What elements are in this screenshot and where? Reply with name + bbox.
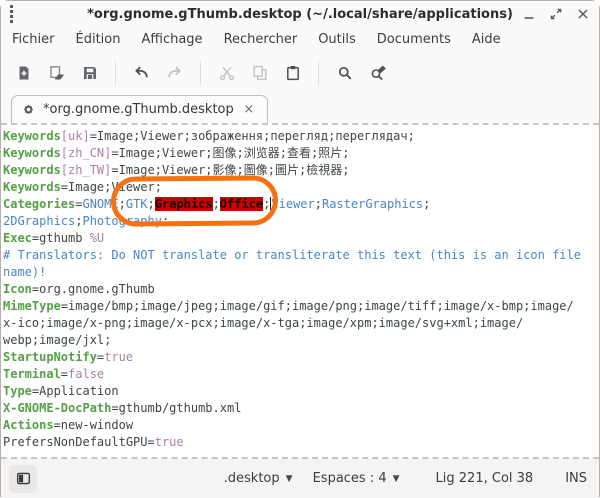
gear-icon xyxy=(21,102,36,117)
editor-line: Terminal=false xyxy=(3,366,599,383)
restore-icon[interactable] xyxy=(548,6,564,22)
editor-line: Keywords[zh_CN]=Image;Viewer;图像;浏览器;查看;照… xyxy=(3,145,599,162)
search-replace-button[interactable] xyxy=(363,58,392,87)
menu-item-fichier[interactable]: Fichier xyxy=(9,30,58,49)
editor-line: Categories=GNOME;GTK;Graphics;Office;Vie… xyxy=(3,196,599,213)
side-panel-toggle-button[interactable] xyxy=(9,465,37,493)
titlebar: *org.gnome.gThumb.desktop (~/.local/shar… xyxy=(1,1,599,27)
copy-button[interactable] xyxy=(245,58,274,87)
gedit-window: { "window": { "title": "*org.gnome.gThum… xyxy=(0,0,600,497)
search-icon xyxy=(337,65,353,81)
open-document-button[interactable] xyxy=(42,58,71,87)
cut-icon xyxy=(219,65,235,81)
editor-line: PrefersNonDefaultGPU=true xyxy=(3,434,599,451)
language-label: .desktop xyxy=(224,471,280,486)
save-document-button[interactable] xyxy=(75,58,104,87)
editor-line: MimeType=image/bmp;image/jpeg;image/gif;… xyxy=(3,298,599,315)
menu-item-edition[interactable]: Édition xyxy=(73,30,124,49)
undo-button[interactable] xyxy=(127,58,156,87)
new-document-icon xyxy=(16,65,32,81)
paste-button[interactable] xyxy=(278,58,307,87)
window-controls xyxy=(521,1,591,27)
paste-icon xyxy=(285,65,301,81)
editor-line: Keywords[zh_TW]=Image;Viewer;影像;圖像;圖片;檢視… xyxy=(3,162,599,179)
redo-button[interactable] xyxy=(160,58,189,87)
toolbar-separator xyxy=(318,61,319,85)
chevron-down-icon: ▼ xyxy=(393,474,400,484)
editor-line: Keywords[uk]=Image;Viewer;зображення;пер… xyxy=(3,128,599,145)
menu-item-aide[interactable]: Aide xyxy=(469,30,504,49)
menubar: Fichier Édition Affichage Rechercher Outils D… xyxy=(1,27,599,52)
toolbar-separator xyxy=(200,61,201,85)
editor-text-area[interactable]: Keywords[uk]=Image;Viewer;зображення;пер… xyxy=(1,123,599,459)
tab-org-gnome-gthumb-desktop[interactable]: *org.gnome.gThumb.desktop × xyxy=(11,95,268,123)
toolbar xyxy=(1,52,599,93)
search-replace-icon xyxy=(370,65,386,81)
cut-button[interactable] xyxy=(212,58,241,87)
search-button[interactable] xyxy=(330,58,359,87)
editor-line: x-ico;image/x-png;image/x-pcx;image/x-tg… xyxy=(3,315,599,332)
drag-handle-dots-icon xyxy=(10,5,13,23)
tab-label: *org.gnome.gThumb.desktop xyxy=(43,102,234,117)
toolbar-separator xyxy=(115,61,116,85)
input-mode[interactable]: INS xyxy=(565,471,587,486)
copy-icon xyxy=(252,65,268,81)
side-panel-icon xyxy=(16,471,31,486)
editor-line: webp;image/jxl; xyxy=(3,332,599,349)
editor-line: StartupNotify=true xyxy=(3,349,599,366)
editor-line: 2DGraphics;Photography; xyxy=(3,213,599,230)
editor-line: Icon=org.gnome.gThumb xyxy=(3,281,599,298)
editor-line: Keywords=Image;Viewer; xyxy=(3,179,599,196)
editor-line: # Translators: Do NOT translate or trans… xyxy=(3,247,599,264)
editor-line: Type=Application xyxy=(3,383,599,400)
redo-icon xyxy=(166,64,183,81)
editor-line: Exec=gthumb %U xyxy=(3,230,599,247)
close-icon[interactable] xyxy=(575,6,591,22)
statusbar: .desktop ▼ Espaces : 4 ▼ Lig 221, Col 38… xyxy=(1,459,599,498)
statusbar-right: .desktop ▼ Espaces : 4 ▼ Lig 221, Col 38… xyxy=(218,468,587,489)
editor-line: X-GNOME-DocPath=gthumb/gthumb.xml xyxy=(3,400,599,417)
editor-line: Actions=new-window xyxy=(3,417,599,434)
window-title: *org.gnome.gThumb.desktop (~/.local/shar… xyxy=(1,7,599,22)
cursor-position[interactable]: Lig 221, Col 38 xyxy=(436,471,534,486)
undo-icon xyxy=(133,64,150,81)
menu-item-rechercher[interactable]: Rechercher xyxy=(221,30,301,49)
tab-width-selector[interactable]: Espaces : 4 ▼ xyxy=(307,468,406,489)
tab-close-icon[interactable]: × xyxy=(241,102,257,118)
minimize-icon[interactable] xyxy=(521,6,537,22)
tab-strip: *org.gnome.gThumb.desktop × xyxy=(1,93,599,123)
open-document-icon xyxy=(49,65,65,81)
menu-item-documents[interactable]: Documents xyxy=(374,30,454,49)
menu-item-outils[interactable]: Outils xyxy=(315,30,359,49)
menu-item-affichage[interactable]: Affichage xyxy=(138,30,205,49)
save-icon xyxy=(82,65,98,81)
new-document-button[interactable] xyxy=(9,58,38,87)
tab-width-label: Espaces : 4 xyxy=(313,471,387,486)
language-selector[interactable]: .desktop ▼ xyxy=(218,468,299,489)
editor-line: name)! xyxy=(3,264,599,281)
chevron-down-icon: ▼ xyxy=(286,474,293,484)
